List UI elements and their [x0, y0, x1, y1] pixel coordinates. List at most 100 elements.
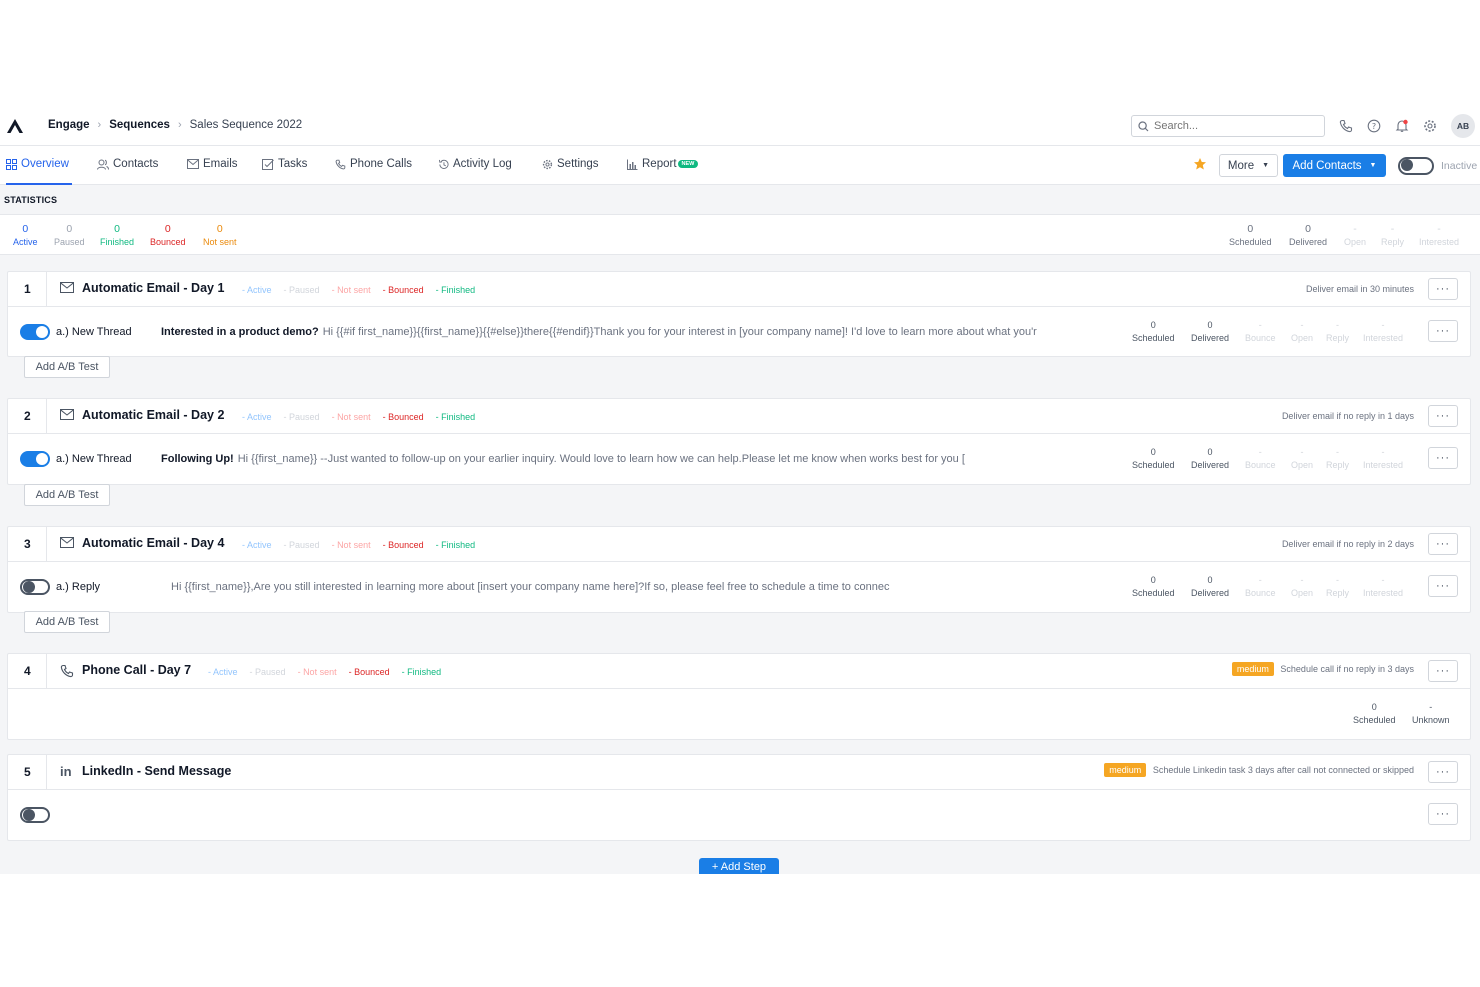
mail-icon	[187, 159, 199, 169]
notification-bell-icon[interactable]	[1394, 118, 1410, 134]
phone-icon[interactable]	[1338, 118, 1354, 134]
tab-overview[interactable]: Overview	[6, 158, 69, 170]
metric-label: Reply	[1326, 333, 1350, 343]
email-preview[interactable]: Interested in a product demo? Hi {{#if fi…	[161, 326, 1037, 338]
new-badge: NEW	[677, 160, 699, 168]
step-options-button[interactable]: ···	[1428, 660, 1458, 682]
task-enable-toggle[interactable]	[20, 807, 50, 823]
breadcrumb-sequences[interactable]: Sequences	[109, 119, 170, 131]
status-not-sent[interactable]: Not sent	[332, 285, 371, 295]
email-body: Hi {{first_name}} --Just wanted to follo…	[237, 453, 965, 465]
email-preview[interactable]: Hi {{first_name}},Are you still interest…	[167, 581, 889, 593]
help-icon[interactable]: ?	[1366, 118, 1382, 134]
thread-enable-toggle[interactable]	[20, 324, 50, 340]
status-bounced[interactable]: Bounced	[349, 667, 390, 677]
add-contacts-label: Add Contacts	[1292, 159, 1362, 172]
status-paused[interactable]: Paused	[284, 412, 320, 422]
task-options-button[interactable]: ···	[1428, 803, 1458, 825]
stat-value: -	[1390, 223, 1395, 235]
stat-value: 0	[1247, 223, 1254, 235]
thread-options-button[interactable]: ···	[1428, 575, 1458, 597]
tab-label: Tasks	[278, 158, 308, 170]
status-finished[interactable]: Finished	[436, 285, 475, 295]
status-finished[interactable]: Finished	[436, 412, 475, 422]
status-bounced[interactable]: Bounced	[383, 540, 424, 550]
toggle-knob	[36, 453, 48, 465]
status-bounced[interactable]: Bounced	[383, 285, 424, 295]
add-ab-test-button[interactable]: Add A/B Test	[24, 356, 110, 378]
status-not-sent[interactable]: Not sent	[332, 412, 371, 422]
metric-label: Reply	[1326, 460, 1350, 470]
status-active[interactable]: Active	[242, 412, 272, 422]
tab-phone-calls[interactable]: Phone Calls	[335, 158, 412, 170]
gear-icon[interactable]	[1422, 118, 1438, 134]
search-box[interactable]	[1131, 115, 1325, 137]
divider	[46, 755, 47, 790]
thread-enable-toggle[interactable]	[20, 579, 50, 595]
sequence-active-toggle[interactable]	[1398, 157, 1434, 175]
metric-open: - Open	[1291, 575, 1313, 598]
metric-label: Unknown	[1412, 715, 1450, 725]
status-not-sent[interactable]: Not sent	[332, 540, 371, 550]
stat-value: 0	[216, 223, 223, 235]
app-logo-icon[interactable]	[6, 118, 24, 134]
metric-open: - Open	[1291, 320, 1313, 343]
tab-emails[interactable]: Emails	[187, 158, 238, 170]
step-title[interactable]: Phone Call - Day 7	[82, 663, 191, 677]
thread-options-button[interactable]: ···	[1428, 320, 1458, 342]
add-ab-test-button[interactable]: Add A/B Test	[24, 611, 110, 633]
stat-finished[interactable]: 0 Finished	[100, 223, 134, 247]
step-title[interactable]: Automatic Email - Day 2	[82, 408, 224, 422]
avatar[interactable]: AB	[1451, 114, 1475, 138]
status-finished[interactable]: Finished	[402, 667, 441, 677]
metric-value: 0	[1371, 702, 1377, 712]
add-contacts-button[interactable]: Add Contacts ▼	[1283, 154, 1386, 177]
step-title[interactable]: LinkedIn - Send Message	[82, 764, 231, 778]
star-icon[interactable]	[1193, 157, 1207, 171]
more-dropdown-button[interactable]: More ▼	[1219, 154, 1278, 177]
step-title[interactable]: Automatic Email - Day 1	[82, 281, 224, 295]
status-paused[interactable]: Paused	[284, 540, 320, 550]
thread-options-button[interactable]: ···	[1428, 447, 1458, 469]
add-ab-test-button[interactable]: Add A/B Test	[24, 484, 110, 506]
step-options-button[interactable]: ···	[1428, 405, 1458, 427]
stat-not-sent[interactable]: 0 Not sent	[203, 223, 237, 247]
status-active[interactable]: Active	[242, 540, 272, 550]
metric-scheduled: 0 Scheduled	[1353, 702, 1396, 725]
thread-enable-toggle[interactable]	[20, 451, 50, 467]
tab-report[interactable]: Report NEW	[627, 158, 699, 170]
metric-bounce: - Bounce	[1245, 447, 1276, 470]
stat-bounced[interactable]: 0 Bounced	[150, 223, 186, 247]
status-paused[interactable]: Paused	[250, 667, 286, 677]
breadcrumb-engage[interactable]: Engage	[48, 119, 90, 131]
status-active[interactable]: Active	[242, 285, 272, 295]
tab-activity-log[interactable]: Activity Log	[438, 158, 512, 170]
status-active[interactable]: Active	[208, 667, 238, 677]
stat-label: Reply	[1381, 237, 1405, 247]
step-options-button[interactable]: ···	[1428, 761, 1458, 783]
metric-value: -	[1336, 447, 1339, 457]
status-not-sent[interactable]: Not sent	[298, 667, 337, 677]
status-finished[interactable]: Finished	[436, 540, 475, 550]
step-header: 3 Automatic Email - Day 4 Active Paused …	[8, 527, 1470, 562]
status-bounced[interactable]: Bounced	[383, 412, 424, 422]
step-status-list: Active Paused Not sent Bounced Finished	[242, 412, 475, 422]
email-preview[interactable]: Following Up! Hi {{first_name}} --Just wa…	[161, 453, 965, 465]
statistics-row: 0 Active 0 Paused 0 Finished 0 Bounced 0 Not …	[0, 215, 1480, 255]
stat-paused[interactable]: 0 Paused	[54, 223, 85, 247]
status-paused[interactable]: Paused	[284, 285, 320, 295]
stat-value: -	[1437, 223, 1441, 235]
history-icon	[438, 159, 449, 169]
tab-settings[interactable]: Settings	[542, 158, 599, 170]
metric-label: Open	[1291, 588, 1314, 598]
stat-value: 0	[1305, 223, 1311, 235]
stat-label: Active	[13, 237, 38, 247]
stat-active[interactable]: 0 Active	[13, 223, 38, 247]
tab-contacts[interactable]: Contacts	[97, 158, 158, 170]
add-step-button[interactable]: + Add Step	[699, 858, 779, 874]
search-input[interactable]	[1154, 120, 1314, 132]
step-options-button[interactable]: ···	[1428, 533, 1458, 555]
step-title[interactable]: Automatic Email - Day 4	[82, 536, 224, 550]
tab-tasks[interactable]: Tasks	[262, 158, 307, 170]
step-options-button[interactable]: ···	[1428, 278, 1458, 300]
